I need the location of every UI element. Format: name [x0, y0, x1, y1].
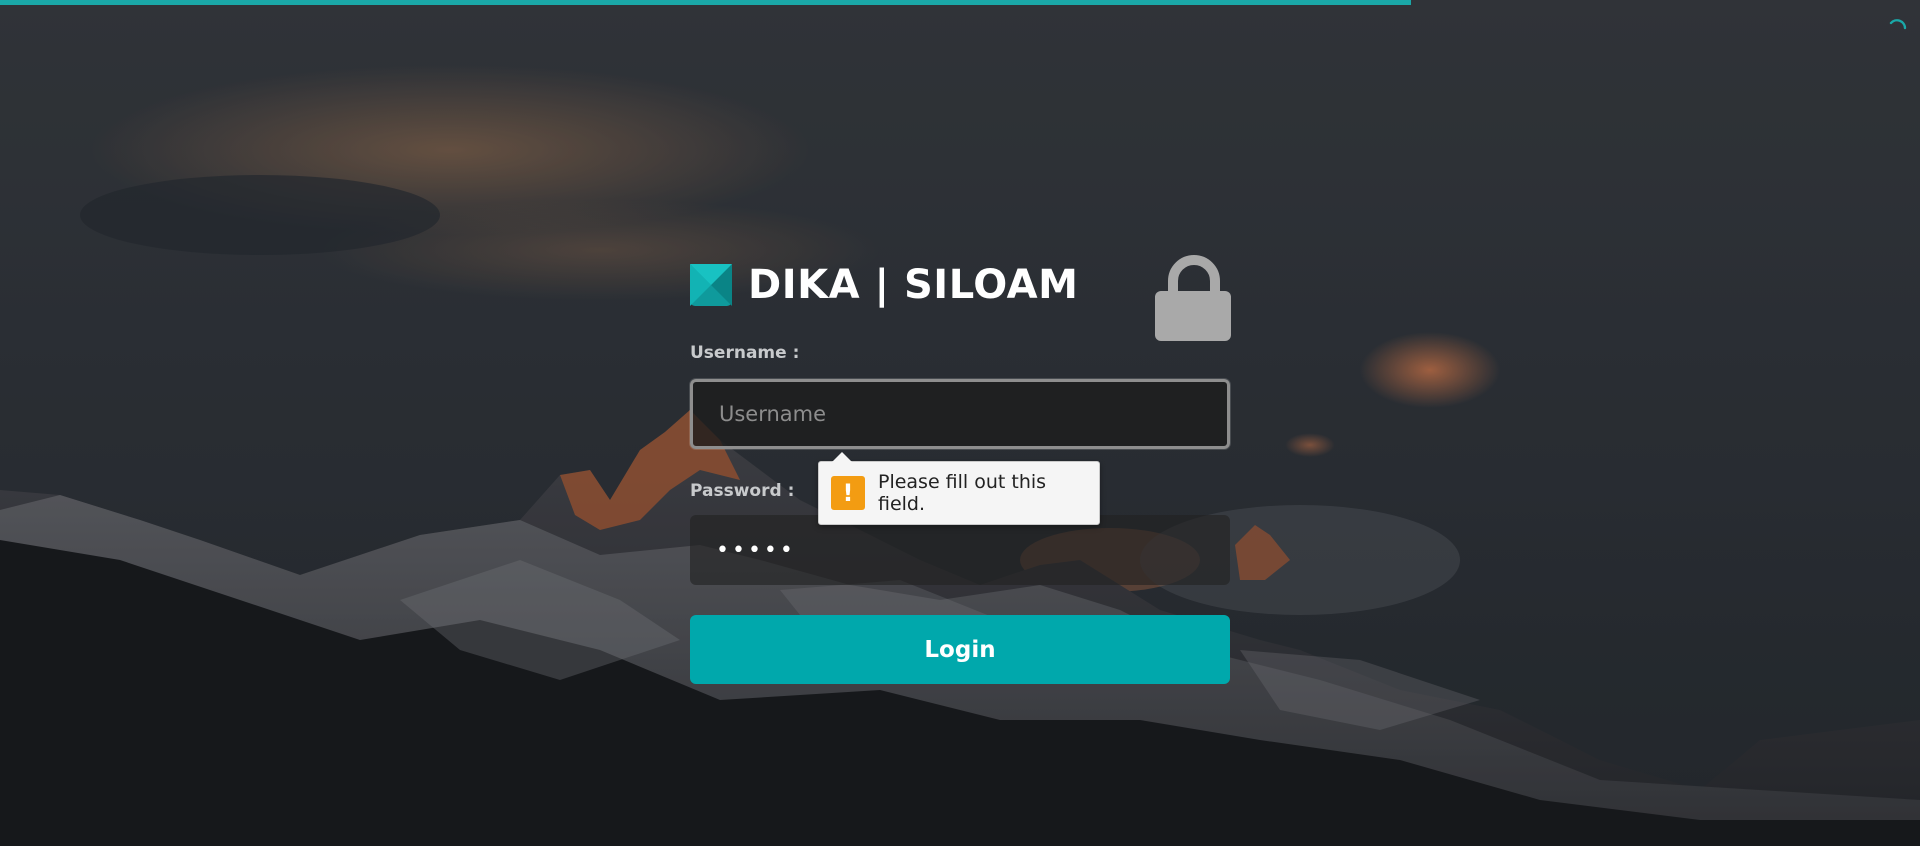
loading-spinner-icon	[1889, 19, 1907, 30]
validation-message: Please fill out this field.	[877, 471, 1047, 515]
app-title: DIKA | SILOAM	[748, 262, 1079, 308]
password-label: Password :	[690, 481, 795, 501]
username-input[interactable]	[690, 379, 1230, 449]
tooltip-arrow	[832, 452, 852, 462]
password-input[interactable]: •••••	[690, 515, 1230, 585]
login-button[interactable]: Login	[690, 615, 1230, 684]
username-label: Username :	[690, 343, 800, 363]
dika-logo-icon	[690, 264, 732, 306]
lock-icon	[1155, 255, 1231, 341]
password-masked-value: •••••	[716, 537, 796, 563]
validation-tooltip: ! Please fill out this field.	[818, 452, 1100, 525]
login-page: DIKA | SILOAM Username : Password : ••••…	[0, 0, 1920, 846]
page-loading-progress-bar	[0, 0, 1412, 5]
warning-icon: !	[831, 476, 865, 510]
brand-header: DIKA | SILOAM	[690, 262, 1078, 308]
